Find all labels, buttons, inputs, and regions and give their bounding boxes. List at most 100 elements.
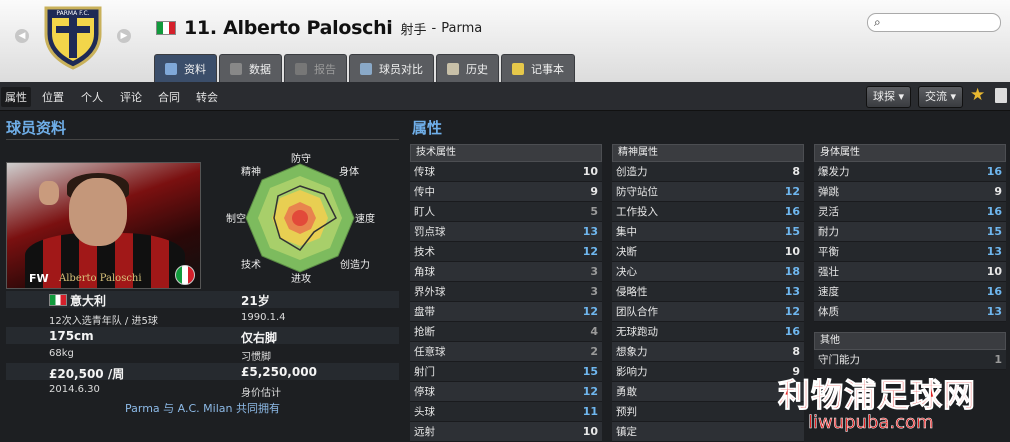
- attribute-name: 盯人: [414, 206, 435, 218]
- radar-label-speed: 速度: [355, 214, 375, 225]
- tab-compare[interactable]: 球员对比: [349, 54, 434, 82]
- subnav-attributes[interactable]: 属性: [1, 87, 31, 107]
- attribute-name: 远射: [414, 426, 435, 438]
- radar-label-aerial: 制空: [226, 214, 246, 225]
- attribute-name: 头球: [414, 406, 435, 418]
- attribute-row: 头球 11: [410, 402, 602, 422]
- attribute-name: 团队合作: [616, 306, 658, 318]
- scout-button[interactable]: 球探 ▾: [866, 86, 912, 108]
- attribute-row: 创造力 8: [612, 162, 804, 182]
- attribute-value: 12: [784, 185, 800, 198]
- notes-icon[interactable]: [995, 88, 1007, 103]
- technical-header: 技术属性: [410, 144, 602, 162]
- report-icon: [295, 62, 307, 75]
- interact-button[interactable]: 交流 ▾: [918, 86, 964, 108]
- tab-notebook[interactable]: 记事本: [501, 54, 575, 82]
- attribute-row: 盘带 12: [410, 302, 602, 322]
- club-separator: -: [431, 20, 437, 36]
- attribute-row: 集中 15: [612, 222, 804, 242]
- attribute-row: 决心 18: [612, 262, 804, 282]
- attribute-name: 停球: [414, 386, 435, 398]
- search-input[interactable]: ⌕: [867, 13, 1001, 32]
- attribute-row: 镇定: [612, 422, 804, 442]
- forward-arrow-icon[interactable]: ▶: [117, 29, 131, 43]
- attribute-value: 11: [582, 405, 598, 418]
- tab-stats[interactable]: 数据: [219, 54, 282, 82]
- market-value-label: 身价估计: [241, 388, 281, 399]
- italy-flag-icon: [156, 21, 176, 35]
- attribute-name: 盘带: [414, 306, 435, 318]
- youth-caps: 12次入选青年队 / 进5球: [49, 316, 158, 327]
- attribute-value: 18: [784, 265, 800, 278]
- attribute-value: 9: [590, 185, 598, 198]
- preferred-foot-label: 习惯脚: [241, 352, 271, 363]
- attribute-value: 9: [994, 185, 1002, 198]
- attribute-name: 决心: [616, 266, 637, 278]
- physical-attributes: 身体属性 爆发力 16 弹跳 9 灵活 16 耐力 15 平衡 13 强壮 10 速度 16 体质 13: [814, 144, 1006, 322]
- attribute-value: 12: [582, 385, 598, 398]
- attribute-value: 2: [590, 345, 598, 358]
- attribute-value: 12: [582, 305, 598, 318]
- attribute-value: 3: [590, 285, 598, 298]
- attribute-row: 任意球 2: [410, 342, 602, 362]
- attribute-name: 平衡: [818, 246, 839, 258]
- attribute-value: 15: [784, 225, 800, 238]
- attribute-row: 团队合作 12: [612, 302, 804, 322]
- profile-icon: [165, 62, 177, 75]
- attribute-row: 勇敢: [612, 382, 804, 402]
- watermark-logo: 利物浦足球网 liwupuba.com: [777, 370, 1010, 438]
- subnav-personal[interactable]: 个人: [81, 89, 103, 105]
- age: 21岁: [241, 294, 270, 308]
- attribute-value: 10: [582, 165, 598, 178]
- tab-profile[interactable]: 资料: [154, 54, 217, 82]
- tab-report[interactable]: 报告: [284, 54, 347, 82]
- attribute-value: 15: [986, 225, 1002, 238]
- attribute-value: 16: [986, 285, 1002, 298]
- wage: £20,500 /周: [49, 367, 125, 381]
- attribute-value: 13: [986, 245, 1002, 258]
- preferred-foot: 仅右脚: [241, 331, 278, 345]
- attribute-value: 5: [590, 205, 598, 218]
- attribute-name: 爆发力: [818, 166, 850, 178]
- attribute-row: 爆发力 16: [814, 162, 1006, 182]
- chevron-down-icon: ▾: [898, 90, 905, 103]
- attribute-row: 传球 10: [410, 162, 602, 182]
- attribute-row: 决断 10: [612, 242, 804, 262]
- search-icon: ⌕: [874, 15, 881, 29]
- attribute-value: 8: [792, 345, 800, 358]
- attribute-value: 3: [590, 265, 598, 278]
- date-of-birth: 1990.1.4: [241, 312, 286, 323]
- tab-history[interactable]: 历史: [436, 54, 499, 82]
- attribute-row: 想象力 8: [612, 342, 804, 362]
- attribute-name: 耐力: [818, 226, 839, 238]
- attribute-name: 速度: [818, 286, 839, 298]
- attribute-name: 技术: [414, 246, 435, 258]
- attribute-name: 强壮: [818, 266, 839, 278]
- attribute-value: 16: [784, 205, 800, 218]
- nationality[interactable]: 意大利: [70, 292, 106, 309]
- back-arrow-icon[interactable]: ◀: [15, 29, 29, 43]
- radar-label-technique: 技术: [241, 260, 261, 271]
- subnav-transfer[interactable]: 转会: [196, 89, 218, 105]
- attribute-value: 15: [582, 365, 598, 378]
- star-icon[interactable]: ★: [970, 85, 985, 105]
- divider: [6, 139, 399, 140]
- club-link[interactable]: Parma: [441, 21, 482, 36]
- watermark-text: 利物浦足球网: [777, 376, 977, 415]
- player-header: ◀ ▶ PARMA F.C. 11. Alberto Paloschi 射手 -…: [0, 0, 1010, 83]
- height: 175cm: [49, 329, 94, 343]
- subnav-comments[interactable]: 评论: [120, 89, 142, 105]
- chevron-down-icon: ▾: [950, 90, 957, 103]
- player-name: 11. Alberto Paloschi: [184, 17, 393, 39]
- attribute-name: 体质: [818, 306, 839, 318]
- attribute-row: 体质 13: [814, 302, 1006, 322]
- radar-label-physical: 身体: [339, 167, 359, 178]
- subnav-position[interactable]: 位置: [42, 89, 64, 105]
- attribute-name: 决断: [616, 246, 637, 258]
- attribute-name: 传中: [414, 186, 435, 198]
- attribute-row: 预判: [612, 402, 804, 422]
- radar-label-attacking: 进攻: [291, 274, 311, 285]
- subnav-contract[interactable]: 合同: [158, 89, 180, 105]
- attribute-name: 角球: [414, 266, 435, 278]
- attribute-value: 8: [792, 165, 800, 178]
